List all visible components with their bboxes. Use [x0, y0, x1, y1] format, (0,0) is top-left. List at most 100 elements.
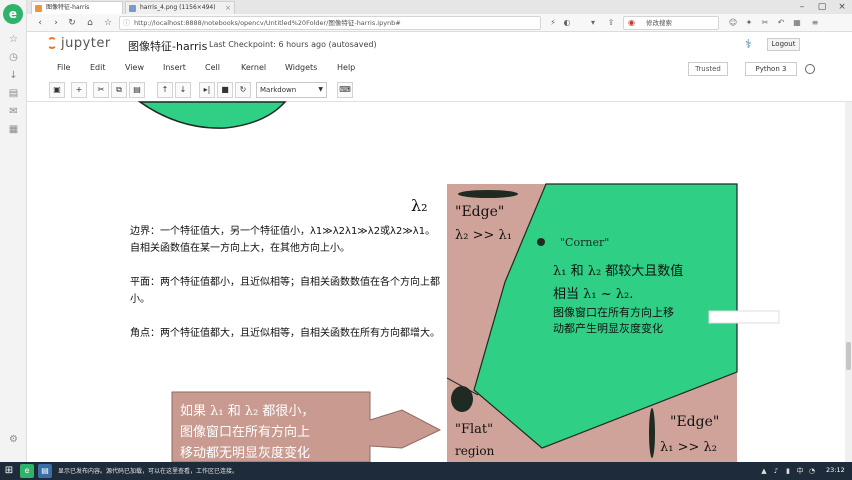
- tab-label: harris_4.png (1156×494): [140, 4, 216, 11]
- edge-top-label: "Edge": [455, 204, 505, 220]
- extensions-icon[interactable]: ✦: [743, 17, 755, 29]
- lightning-icon[interactable]: ⚡: [547, 17, 559, 29]
- tab-label: 图像特征-harris: [46, 4, 90, 11]
- url-text: http://localhost:8888/notebooks/opencv/U…: [134, 19, 401, 27]
- jupyter-logo-text: jupyter: [61, 36, 111, 51]
- menu-widgets[interactable]: Widgets: [285, 63, 317, 72]
- command-palette-icon[interactable]: ⌨: [337, 82, 353, 98]
- close-tab-icon[interactable]: ×: [225, 2, 231, 14]
- paste-icon[interactable]: ▤: [129, 82, 145, 98]
- restart-icon[interactable]: ↻: [235, 82, 251, 98]
- close-window-icon[interactable]: ×: [833, 0, 851, 14]
- corner-label: "Corner": [560, 236, 610, 249]
- refresh-icon[interactable]: ↻: [65, 16, 79, 30]
- corner-line-3: 图像窗口在所有方向上移: [553, 306, 674, 319]
- markdown-cell[interactable]: 边界：一个特征值大，另一个特征值小，λ1≫λ2λ1≫λ2或λ2≫λ1。自相关函数…: [130, 223, 445, 359]
- callout-line-2: 图像窗口在所有方向上: [180, 425, 311, 440]
- menu-kernel[interactable]: Kernel: [241, 63, 266, 72]
- taskbar: ⊞ e ▤ 显示已发布内容。源代码已加载，可以在这里查看，工作区已连接。 ▲ ♪…: [0, 462, 852, 480]
- image-favicon-icon: [129, 5, 136, 12]
- tab-notebook[interactable]: 图像特征-harris: [31, 1, 123, 14]
- grid-icon[interactable]: ▦: [791, 17, 803, 29]
- logout-button[interactable]: Logout: [767, 38, 800, 51]
- clock[interactable]: 23:12: [826, 466, 845, 474]
- search-box[interactable]: ◉ 修改搜索: [623, 16, 719, 30]
- minimize-icon[interactable]: –: [793, 0, 811, 14]
- celltype-select[interactable]: Markdown ▼: [256, 82, 327, 98]
- forward-icon[interactable]: ›: [49, 16, 63, 30]
- note-icon[interactable]: ▤: [8, 88, 19, 99]
- app-icon[interactable]: ▦: [8, 124, 19, 135]
- kernel-status-icon: [805, 64, 815, 74]
- notebook-toolbar: ▣ + ✂ ⧉ ▤ ↑ ↓ ▸| ■ ↻ Markdown ▼ ⌨: [27, 78, 852, 102]
- move-down-icon[interactable]: ↓: [175, 82, 191, 98]
- jupyter-logo[interactable]: jupyter: [47, 36, 111, 51]
- corner-paragraph: 角点：两个特征值都大，且近似相等，自相关函数在所有方向都增大。: [130, 328, 440, 339]
- bookmark-icon[interactable]: ☆: [101, 16, 115, 30]
- callout-line-1: 如果 λ₁ 和 λ₂ 都很小，: [180, 404, 315, 419]
- mail-icon[interactable]: ✉: [8, 106, 19, 117]
- flat-label: "Flat": [455, 422, 494, 437]
- jupyter-header: jupyter 图像特征-harris Last Checkpoint: 6 h…: [27, 32, 852, 60]
- volume-icon[interactable]: ♪: [772, 466, 780, 476]
- url-input[interactable]: ⓘ http://localhost:8888/notebooks/opencv…: [119, 16, 541, 30]
- tab-bar: 图像特征-harris harris_4.png (1156×494) × – …: [27, 0, 852, 14]
- save-icon[interactable]: ▣: [49, 82, 65, 98]
- cut-icon[interactable]: ✂: [93, 82, 109, 98]
- tab-image[interactable]: harris_4.png (1156×494) ×: [125, 1, 235, 14]
- windows-start-icon[interactable]: ⊞: [2, 464, 16, 478]
- network-icon[interactable]: ▲: [760, 466, 768, 476]
- chevron-down-icon: ▼: [318, 86, 323, 93]
- browser-taskbar-icon[interactable]: e: [20, 464, 34, 478]
- star-icon[interactable]: ☆: [8, 34, 19, 45]
- dropdown-icon[interactable]: ▾: [587, 17, 599, 29]
- browser-logo[interactable]: e: [3, 4, 23, 24]
- copy-icon[interactable]: ⧉: [111, 82, 127, 98]
- corner-line-2: 相当 λ₁ ~ λ₂.: [553, 287, 634, 302]
- flat-paragraph: 平面：两个特征值都小，且近似相等；自相关函数数值在各个方向上都小。: [130, 277, 440, 305]
- menu-file[interactable]: File: [57, 63, 70, 72]
- menu-view[interactable]: View: [125, 63, 144, 72]
- history-icon[interactable]: ◷: [8, 52, 19, 63]
- screenshot-icon[interactable]: ✂: [759, 17, 771, 29]
- corner-line-1: λ₁ 和 λ₂ 都较大且数值: [553, 264, 684, 279]
- python-logo-icon: ⚕: [745, 37, 752, 51]
- move-up-icon[interactable]: ↑: [157, 82, 173, 98]
- jupyter-logo-icon: [47, 37, 57, 49]
- back-icon[interactable]: ‹: [33, 16, 47, 30]
- scroll-thumb[interactable]: [846, 342, 851, 370]
- trusted-badge[interactable]: Trusted: [688, 62, 728, 76]
- compat-icon[interactable]: ◐: [561, 17, 573, 29]
- kernel-name[interactable]: Python 3: [745, 62, 797, 76]
- undo-icon[interactable]: ↶: [775, 17, 787, 29]
- home-icon[interactable]: ⌂: [83, 16, 97, 30]
- user-icon[interactable]: ☺: [727, 17, 739, 29]
- input-method-icon[interactable]: 中: [796, 466, 804, 476]
- settings-icon[interactable]: ⚙: [8, 434, 19, 445]
- menu-bar: File Edit View Insert Cell Kernel Widget…: [27, 60, 852, 78]
- menu-icon[interactable]: ≡: [809, 17, 821, 29]
- notebook-title[interactable]: 图像特征-harris: [128, 38, 207, 54]
- menu-insert[interactable]: Insert: [163, 63, 186, 72]
- flat-region-label: region: [455, 444, 495, 458]
- scrollbar[interactable]: [845, 102, 852, 462]
- stop-icon[interactable]: ■: [217, 82, 233, 98]
- menu-cell[interactable]: Cell: [205, 63, 220, 72]
- download-icon[interactable]: ↓: [8, 70, 19, 81]
- maximize-icon[interactable]: ▢: [813, 0, 831, 14]
- run-icon[interactable]: ▸|: [199, 82, 215, 98]
- insert-cell-icon[interactable]: +: [71, 82, 87, 98]
- address-bar: ‹ › ↻ ⌂ ☆ ⓘ http://localhost:8888/notebo…: [27, 14, 852, 32]
- search-text: 修改搜索: [646, 19, 672, 27]
- callout-line-3: 移动都无明显灰度变化: [180, 446, 311, 461]
- lambda2-axis-label: λ₂: [411, 196, 428, 215]
- menu-edit[interactable]: Edit: [90, 63, 106, 72]
- menu-help[interactable]: Help: [337, 63, 355, 72]
- share-icon[interactable]: ⇪: [605, 17, 617, 29]
- edge-top-condition: λ₂ >> λ₁: [455, 228, 512, 243]
- battery-icon[interactable]: ▮: [784, 466, 792, 476]
- notification-text: 显示已发布内容。源代码已加载，可以在这里查看，工作区已连接。: [58, 468, 239, 475]
- explorer-taskbar-icon[interactable]: ▤: [38, 464, 52, 478]
- wifi-icon[interactable]: ◔: [808, 466, 816, 476]
- edge-bottom-condition: λ₁ >> λ₂: [660, 440, 717, 455]
